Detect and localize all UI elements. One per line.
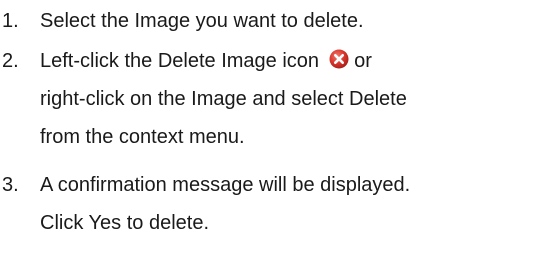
step-line: A confirmation message will be displayed…	[40, 174, 411, 196]
step-number: 3.	[2, 174, 19, 196]
step-line: Left-click the Delete Image icon or	[40, 42, 552, 80]
step-number: 1.	[2, 10, 19, 32]
step-line-text: or	[354, 50, 372, 72]
step-text: A confirmation message will be displayed…	[40, 166, 552, 242]
step-line-text: Left-click the Delete Image icon	[40, 50, 320, 72]
step-line: Click Yes to delete.	[40, 212, 209, 234]
step-line: Select the Image you want to delete.	[40, 10, 364, 32]
step-line: from the context menu.	[40, 126, 245, 148]
step-text: Left-click the Delete Image icon or righ…	[40, 42, 552, 156]
instruction-steps: 1. Select the Image you want to delete. …	[0, 0, 558, 254]
delete-image-icon	[329, 49, 349, 69]
step-text: Select the Image you want to delete.	[40, 2, 552, 40]
step-number: 2.	[2, 50, 19, 72]
step-line: right-click on the Image and select Dele…	[40, 88, 407, 110]
